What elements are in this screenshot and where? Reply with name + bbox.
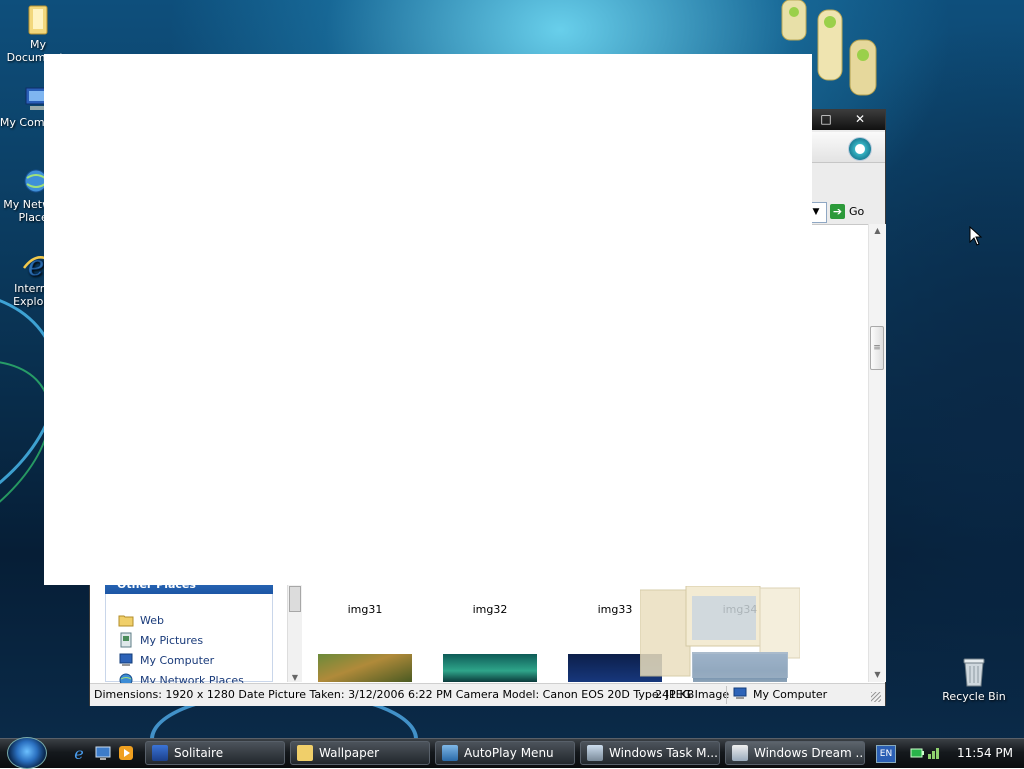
- status-bar: Dimensions: 1920 x 1280 Date Picture Tak…: [90, 683, 885, 706]
- folder-icon: [118, 615, 134, 627]
- other-places-pane: Other Places Web My Pictures My Computer…: [105, 576, 273, 687]
- scroll-thumb[interactable]: ≡: [870, 326, 884, 370]
- folder-icon: [297, 745, 313, 761]
- system-tray: [910, 742, 950, 764]
- taskbar-button-autoplay-menu[interactable]: AutoPlay Menu: [435, 741, 575, 765]
- taskbar-button-solitaire[interactable]: Solitaire: [145, 741, 285, 765]
- close-button[interactable]: ✕: [850, 111, 870, 127]
- resize-grip[interactable]: [871, 692, 881, 702]
- go-label: Go: [849, 204, 865, 218]
- go-button[interactable]: ➔ Go: [830, 201, 880, 221]
- taskbar-clock[interactable]: 11:54 PM: [950, 746, 1020, 760]
- taskbar-button-label: Windows Dream ...: [754, 746, 865, 760]
- dreamscene-icon: [732, 745, 748, 761]
- status-zone: My Computer: [732, 687, 827, 701]
- scroll-down-arrow-icon[interactable]: ▼: [869, 668, 886, 682]
- network-status-icon[interactable]: [927, 746, 941, 760]
- pictures-folder-icon: [120, 632, 132, 648]
- taskbar-button-wallpaper[interactable]: Wallpaper: [290, 741, 430, 765]
- taskbar-button-label: Windows Task M...: [609, 746, 718, 760]
- refresh-icon[interactable]: [848, 137, 872, 161]
- scroll-down-arrow-icon[interactable]: ▼: [288, 673, 302, 682]
- thumbnail-label: img31: [347, 603, 383, 616]
- blank-dialog-overlay[interactable]: [44, 54, 812, 585]
- thumbnail-image[interactable]: [318, 654, 412, 682]
- computer-icon: [733, 687, 747, 699]
- task-manager-icon: [587, 745, 603, 761]
- place-label: My Computer: [140, 653, 215, 667]
- taskbar-button-windows-dream[interactable]: Windows Dream ...: [725, 741, 865, 765]
- status-separator: [726, 686, 727, 704]
- dragged-folder-icon: [640, 586, 800, 678]
- thumbnail-label: img32: [472, 603, 508, 616]
- taskbar-button-label: AutoPlay Menu: [464, 746, 554, 760]
- folder-icon: [28, 5, 48, 35]
- desktop: My Documents My Computer My Network Plac…: [0, 0, 1024, 738]
- svg-text:e: e: [74, 745, 83, 761]
- language-indicator[interactable]: EN: [876, 745, 896, 763]
- show-desktop-icon[interactable]: [95, 745, 111, 761]
- svg-text:e: e: [28, 250, 45, 280]
- place-label: My Pictures: [140, 633, 204, 647]
- go-arrow-icon: ➔: [830, 203, 845, 219]
- start-orb-button[interactable]: [7, 737, 47, 769]
- computer-icon: [119, 653, 133, 666]
- autoplay-icon: [442, 745, 458, 761]
- taskbar-button-label: Wallpaper: [319, 746, 380, 760]
- tasks-scrollbar[interactable]: ▼: [287, 576, 302, 682]
- desktop-icon-recycle-bin[interactable]: Recycle Bin: [933, 656, 1015, 703]
- thumbnail-image[interactable]: [443, 654, 537, 682]
- taskbar-button-label: Solitaire: [174, 746, 224, 760]
- desktop-icon-label: Recycle Bin: [942, 690, 1006, 703]
- place-link-my-computer[interactable]: My Computer: [118, 652, 214, 668]
- taskbar-button-windows-task-manager[interactable]: Windows Task M...: [580, 741, 720, 765]
- solitaire-icon: [152, 745, 168, 761]
- status-size: 241 KB: [655, 688, 695, 701]
- taskbar: e Solitaire Wallpaper AutoPlay Menu Wind…: [0, 737, 1024, 769]
- battery-icon[interactable]: [910, 746, 924, 760]
- internet-explorer-icon[interactable]: e: [71, 745, 87, 761]
- mouse-pointer-icon: [969, 226, 983, 246]
- status-zone-label: My Computer: [753, 687, 828, 701]
- place-label: Web: [140, 613, 164, 627]
- place-link-my-pictures[interactable]: My Pictures: [118, 632, 203, 648]
- status-details: Dimensions: 1920 x 1280 Date Picture Tak…: [94, 688, 730, 701]
- content-scrollbar[interactable]: ▲ ≡ ▼: [868, 224, 886, 682]
- media-player-icon[interactable]: [118, 745, 134, 761]
- place-link-web[interactable]: Web: [118, 612, 164, 628]
- tasks-scroll-thumb[interactable]: [289, 586, 301, 612]
- recycle-bin-icon: [963, 658, 985, 687]
- maximize-button[interactable]: □: [816, 111, 836, 127]
- scroll-up-arrow-icon[interactable]: ▲: [869, 224, 886, 238]
- other-places-body: Web My Pictures My Computer My Network P…: [105, 594, 273, 687]
